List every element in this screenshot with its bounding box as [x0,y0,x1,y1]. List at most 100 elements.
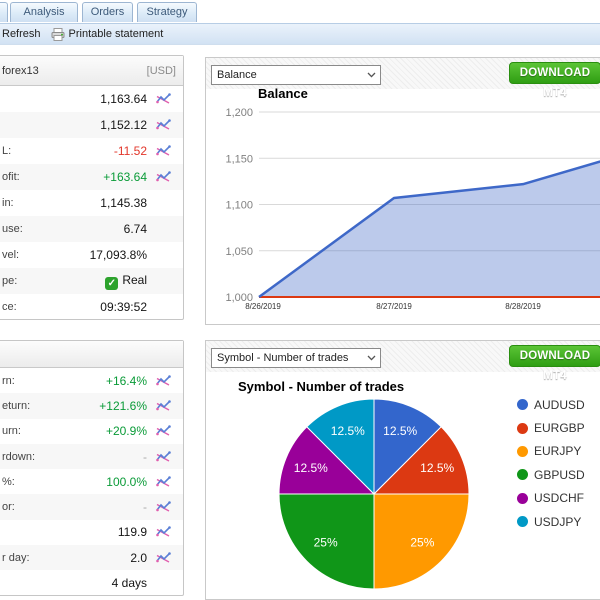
printable-statement-label: Printable statement [69,28,164,40]
pie-slice-label: 12.5% [331,424,365,438]
x-axis-tick: 8/27/2019 [376,302,412,311]
stat-row: L:-11.52 [0,138,183,164]
stats-rows: rn:+16.4%eturn:+121.6%urn:+20.9%rdown:-%… [0,368,183,596]
app-window: Analysis Orders Strategy Refresh Printab… [0,0,600,600]
row-label: urn: [2,425,21,437]
legend-item: USDJPY [517,510,585,533]
legend-label: EURGBP [534,421,585,435]
row-value: +16.4% [15,374,147,388]
row-value: 4 days [2,576,147,590]
row-label: use: [2,223,23,235]
tab-orders[interactable]: Orders [82,2,133,22]
legend-label: USDJPY [534,515,581,529]
legend-color-dot [517,493,528,504]
stat-row: r day:2.0 [0,545,183,570]
legend-label: USDCHF [534,491,584,505]
stat-row: 4 days [0,570,183,595]
mini-chart-icon[interactable] [147,400,177,412]
stat-row: rn:+16.4% [0,368,183,393]
row-label: rdown: [2,451,35,463]
refresh-button[interactable]: Refresh [0,28,46,40]
pie-slice-label: 12.5% [420,461,454,475]
tab-partial[interactable] [0,2,8,22]
x-axis-tick: 8/28/2019 [505,302,541,311]
mini-chart-icon[interactable] [147,145,177,157]
refresh-label: Refresh [2,28,41,40]
row-value: - [35,450,147,464]
pie-slice-label: 12.5% [294,461,328,475]
balance-chart-card: Balance DOWNLOAD MT4 Balance 1,0001,0501… [205,57,600,325]
row-value: -11.52 [11,144,147,158]
legend-color-dot [517,423,528,434]
stat-row: ce:09:39:52 [0,294,183,320]
mini-chart-icon[interactable] [147,526,177,538]
legend-label: EURJPY [534,444,581,458]
row-value: 119.9 [2,525,147,539]
mini-chart-icon[interactable] [147,501,177,513]
legend-item: USDCHF [517,487,585,510]
pie-slice-label: 25% [314,535,338,549]
row-value: 100.0% [15,475,147,489]
legend-color-dot [517,446,528,457]
mini-chart-icon[interactable] [147,476,177,488]
y-axis-tick: 1,150 [225,153,253,165]
y-axis-tick: 1,050 [225,246,253,258]
legend-color-dot [517,516,528,527]
row-value: - [15,500,147,514]
legend-color-dot [517,399,528,410]
legend-item: GBPUSD [517,463,585,486]
row-label: or: [2,501,15,513]
account-panel-header: forex13 [USD] [0,56,183,86]
row-value: 2.0 [30,551,147,565]
legend-color-dot [517,469,528,480]
row-value: +121.6% [30,399,147,413]
row-label: rn: [2,375,15,387]
stat-row: urn:+20.9% [0,419,183,444]
mini-chart-icon[interactable] [147,119,177,131]
balance-area-chart: 1,0001,0501,1001,1501,2008/26/20198/27/2… [206,58,600,326]
mini-chart-icon[interactable] [147,375,177,387]
stat-row: %:100.0% [0,469,183,494]
row-label: in: [2,197,14,209]
account-rows: 1,163.641,152.12L:-11.52ofit:+163.64in:1… [0,86,183,320]
mini-chart-icon[interactable] [147,552,177,564]
legend-item: EURGBP [517,416,585,439]
printer-icon [51,28,65,41]
stat-row: ofit:+163.64 [0,164,183,190]
toolbar: Refresh Printable statement [0,23,600,45]
mini-chart-icon[interactable] [147,171,177,183]
legend-label: GBPUSD [534,468,585,482]
mini-chart-icon[interactable] [147,451,177,463]
account-info-panel: forex13 [USD] 1,163.641,152.12L:-11.52of… [0,55,184,320]
stat-row: vel:17,093.8% [0,242,183,268]
row-value: 1,145.38 [14,196,147,210]
row-value: 17,093.8% [19,248,147,262]
legend-label: AUDUSD [534,398,585,412]
legend-item: AUDUSD [517,393,585,416]
row-label: pe: [2,275,17,287]
mini-chart-icon[interactable] [147,425,177,437]
stat-row: in:1,145.38 [0,190,183,216]
legend-item: EURJPY [517,440,585,463]
mini-chart-icon[interactable] [147,93,177,105]
real-checkbox-icon: ✓ [105,277,118,290]
y-axis-tick: 1,100 [225,200,253,212]
row-label: ofit: [2,171,20,183]
row-label: eturn: [2,400,30,412]
row-value: +163.64 [20,170,147,184]
pie-slice-label: 25% [410,535,434,549]
stat-row: 119.9 [0,520,183,545]
tab-analysis[interactable]: Analysis [10,2,78,22]
printable-statement-button[interactable]: Printable statement [46,28,169,41]
tab-strategy[interactable]: Strategy [137,2,197,22]
y-axis-tick: 1,200 [225,107,253,119]
stat-row: eturn:+121.6% [0,393,183,418]
row-value: ✓Real [17,273,147,290]
pie-slice-label: 12.5% [383,424,417,438]
symbol-pie-card: Symbol - Number of trades DOWNLOAD MT4 S… [205,340,600,600]
row-label: %: [2,476,15,488]
pie-legend: AUDUSD EURGBP EURJPY GBPUSD USDCHF USDJPY [517,393,585,533]
row-value: +20.9% [21,424,147,438]
stat-row: use:6.74 [0,216,183,242]
x-axis-tick: 8/26/2019 [245,302,281,311]
